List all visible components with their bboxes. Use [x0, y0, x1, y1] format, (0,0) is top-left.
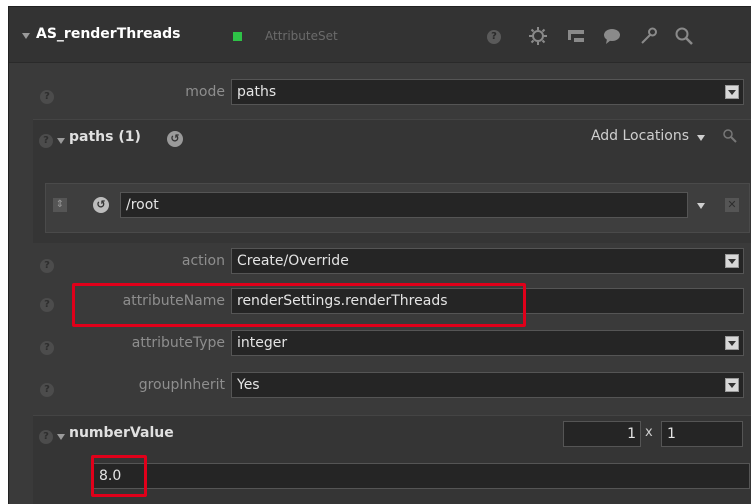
highlight-box: [72, 283, 526, 327]
help-icon[interactable]: ?: [40, 341, 54, 355]
mode-value: paths: [237, 84, 277, 100]
paths-group-title[interactable]: paths (1): [69, 129, 141, 145]
hierarchy-icon[interactable]: [565, 25, 587, 47]
chevron-down-icon[interactable]: [725, 378, 739, 392]
search-icon[interactable]: [721, 128, 739, 146]
mode-label: mode: [185, 84, 225, 100]
attributetype-label: attributeType: [131, 335, 225, 351]
mode-dropdown[interactable]: paths: [231, 79, 744, 105]
chevron-down-icon[interactable]: [725, 85, 739, 99]
comment-icon[interactable]: [601, 25, 623, 47]
number-value-input[interactable]: 8.0: [93, 463, 750, 489]
node-type-label: AttributeSet: [265, 29, 338, 43]
action-value: Create/Override: [237, 253, 349, 269]
groupinherit-value: Yes: [237, 377, 260, 393]
chevron-down-icon[interactable]: [697, 203, 705, 209]
attributetype-dropdown[interactable]: integer: [231, 330, 744, 356]
add-locations-menu[interactable]: Add Locations: [529, 128, 689, 144]
path-value: /root: [126, 197, 159, 213]
help-icon[interactable]: ?: [39, 134, 53, 148]
tuple-size-value: 1: [667, 426, 676, 442]
collapse-triangle-icon[interactable]: [57, 138, 65, 144]
reset-icon[interactable]: ↺: [93, 197, 109, 213]
help-icon[interactable]: ?: [40, 383, 54, 397]
action-dropdown[interactable]: Create/Override: [231, 248, 744, 274]
node-header: AS_renderThreads AttributeSet ?: [9, 7, 751, 63]
tuple-size-input[interactable]: 1: [661, 421, 743, 447]
chevron-down-icon[interactable]: [725, 254, 739, 268]
groupinherit-label: groupInherit: [138, 377, 225, 393]
parameters-panel: AS_renderThreads AttributeSet ? ? mode p…: [8, 6, 751, 504]
help-icon[interactable]: ?: [39, 430, 53, 444]
collapse-triangle-icon[interactable]: [57, 434, 65, 440]
action-label: action: [181, 253, 225, 269]
search-icon[interactable]: [673, 25, 695, 47]
close-icon[interactable]: ✕: [725, 198, 739, 212]
help-icon[interactable]: ?: [487, 30, 501, 44]
groupinherit-dropdown[interactable]: Yes: [231, 372, 744, 398]
path-input[interactable]: /root: [120, 192, 688, 218]
node-color-swatch[interactable]: [233, 32, 242, 41]
reset-icon[interactable]: ↺: [167, 131, 183, 147]
collapse-triangle-icon[interactable]: [22, 33, 30, 39]
array-size-value: 1: [627, 426, 636, 442]
highlight-box: [91, 455, 147, 497]
size-separator: x: [645, 425, 653, 440]
numbervalue-group-title[interactable]: numberValue: [69, 425, 174, 441]
gear-icon[interactable]: [527, 25, 549, 47]
drag-handle-icon[interactable]: ⇕: [53, 198, 67, 212]
help-icon[interactable]: ?: [40, 259, 54, 273]
chevron-down-icon[interactable]: [725, 336, 739, 350]
help-icon[interactable]: ?: [40, 298, 54, 312]
array-size-input[interactable]: 1: [563, 421, 641, 447]
chevron-down-icon[interactable]: [697, 135, 705, 141]
help-icon[interactable]: ?: [40, 90, 54, 104]
attributetype-value: integer: [237, 335, 288, 351]
node-name[interactable]: AS_renderThreads: [36, 26, 180, 42]
wrench-icon[interactable]: [637, 25, 659, 47]
